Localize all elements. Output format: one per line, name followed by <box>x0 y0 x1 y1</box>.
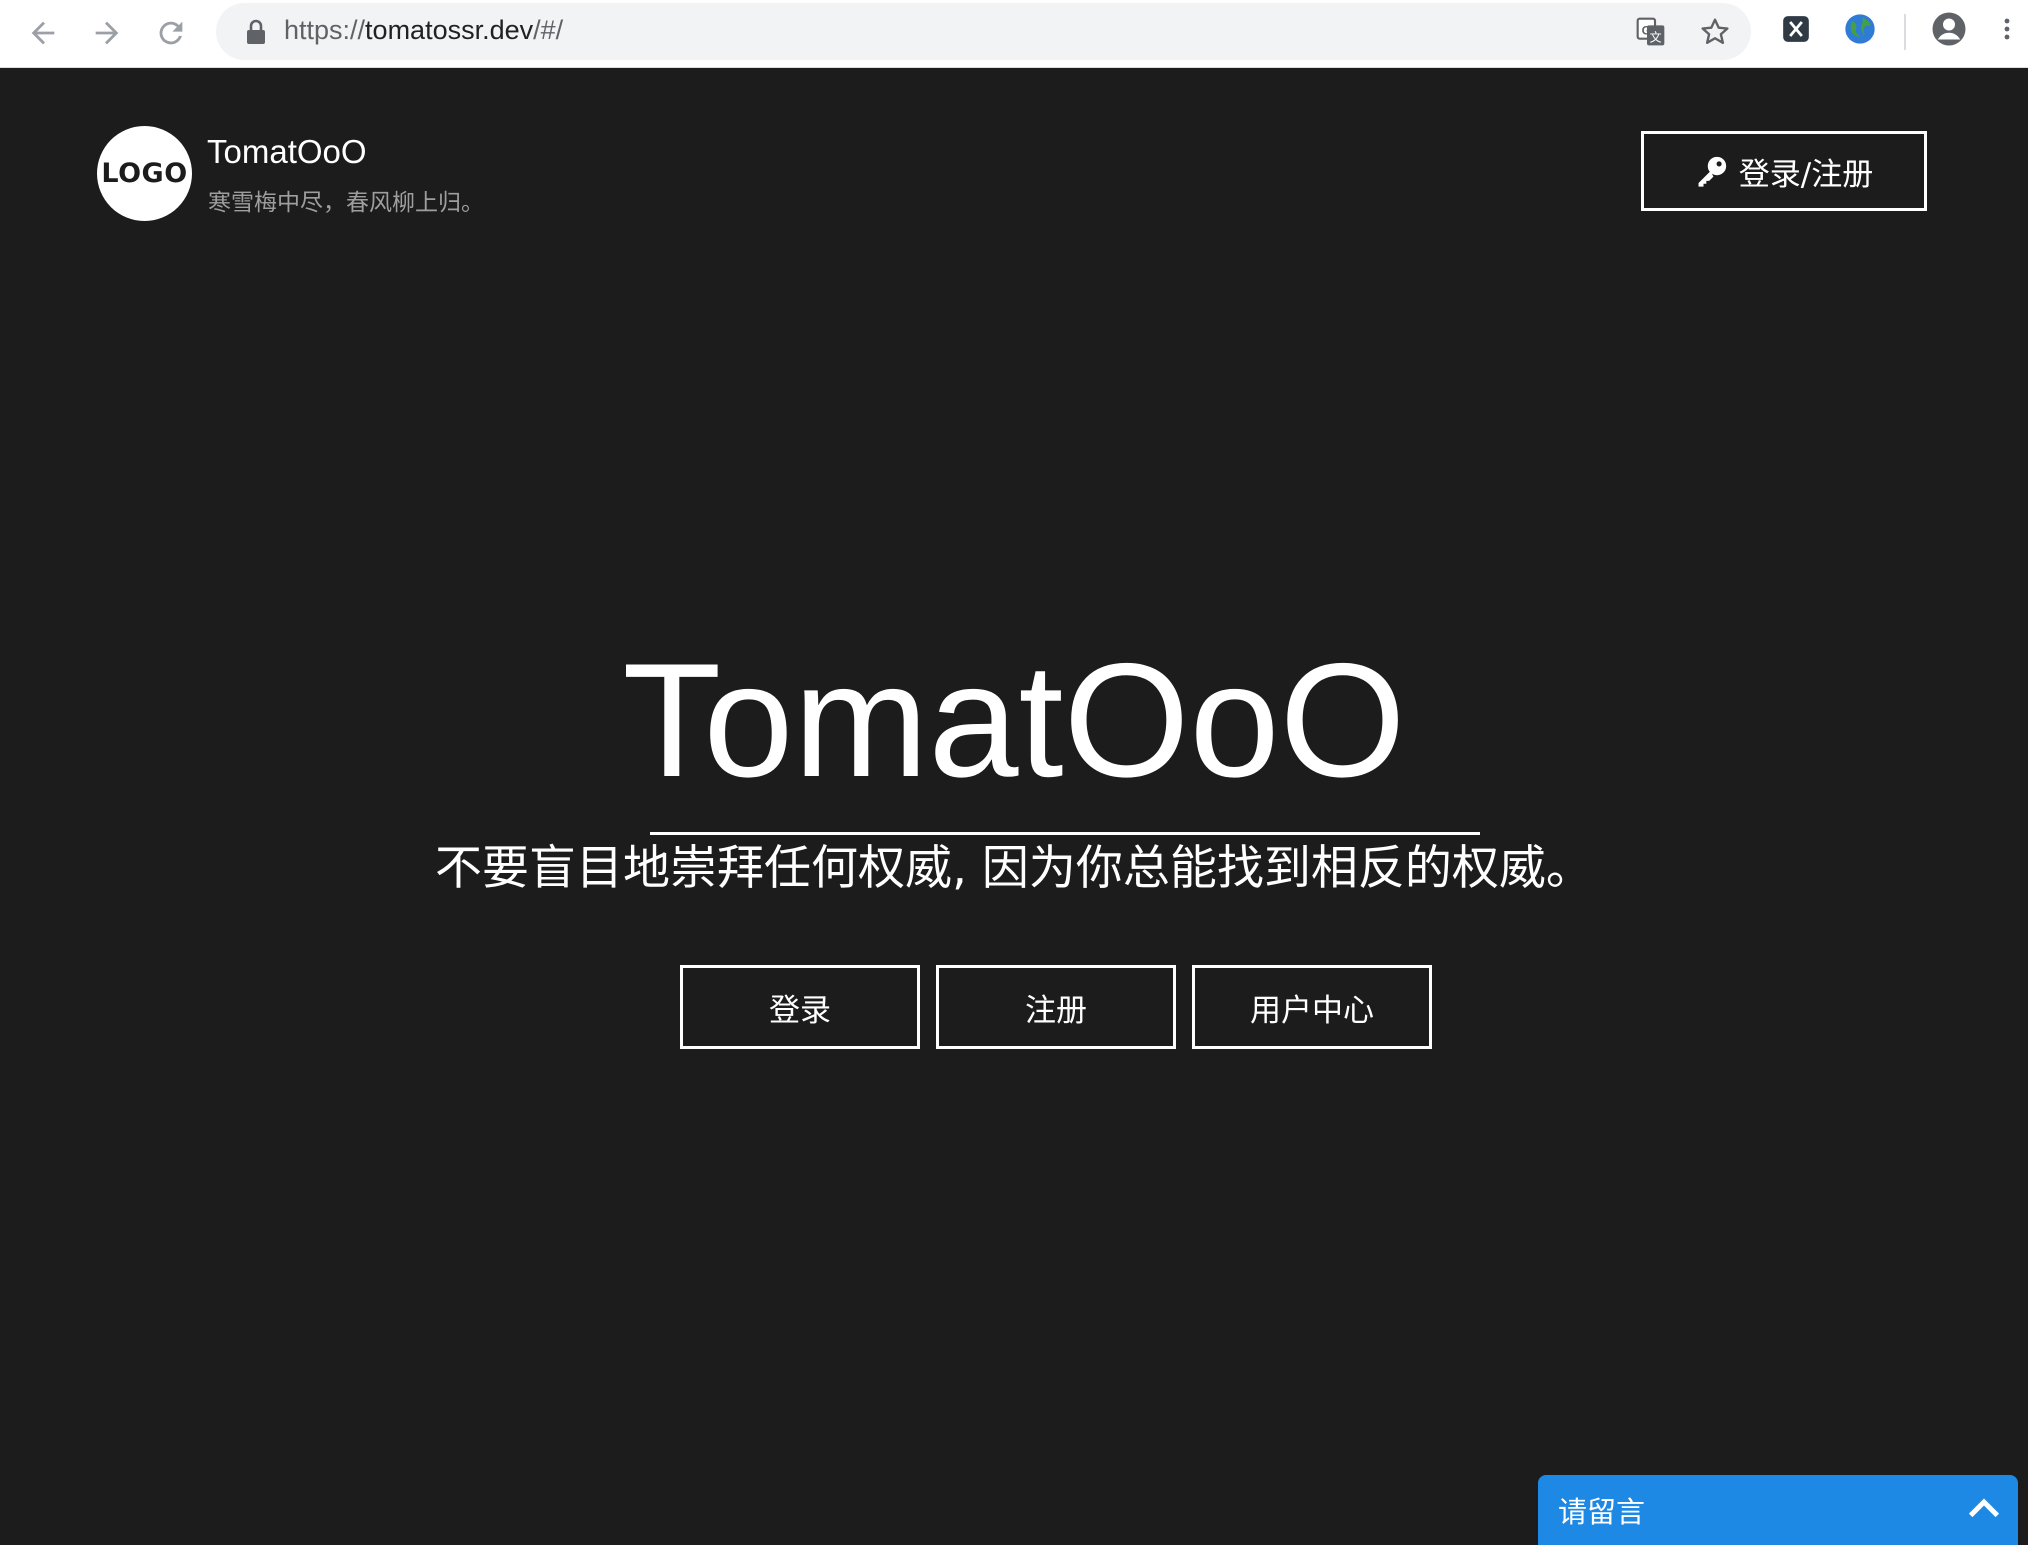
translate-icon: G 文 <box>1636 17 1665 46</box>
toolbar-separator <box>1904 14 1906 50</box>
x-extension-icon <box>1783 16 1809 42</box>
account-circle-icon <box>1932 12 1966 46</box>
site-tagline: 寒雪梅中尽，春风柳上归。 <box>208 190 484 216</box>
bookmark-button[interactable] <box>1695 12 1735 52</box>
reload-icon <box>159 21 183 45</box>
hero-quote: 不要盲目地崇拜任何权威, 因为你总能找到相反的权威。 <box>435 841 1593 896</box>
chevron-up-icon[interactable] <box>1964 1487 2004 1527</box>
lock-icon <box>247 19 265 44</box>
hero-title: TomatOoO <box>622 630 1406 811</box>
leave-message-label: 请留言 <box>1558 1495 1646 1529</box>
reload-button[interactable] <box>146 8 196 58</box>
hero-divider <box>650 832 1480 835</box>
login-button[interactable]: 登录 <box>680 965 920 1049</box>
svg-text:文: 文 <box>1650 29 1662 44</box>
leave-message-widget[interactable]: 请留言 <box>1538 1475 2018 1545</box>
translate-button[interactable]: G 文 <box>1631 12 1671 52</box>
login-register-label: 登录/注册 <box>1738 156 1874 193</box>
site-name[interactable]: TomatOoO <box>207 133 367 171</box>
address-bar[interactable]: https://tomatossr.dev/#/ G 文 <box>216 3 1751 60</box>
arrow-right-icon <box>95 21 119 45</box>
profile-button[interactable] <box>1929 9 1969 49</box>
key-icon <box>1698 156 1726 187</box>
extension-x-button[interactable] <box>1776 9 1816 49</box>
login-register-button[interactable]: 登录/注册 <box>1641 131 1927 211</box>
site-logo[interactable]: LOGO <box>97 126 192 221</box>
more-vertical-icon <box>2004 18 2010 40</box>
extension-globe-button[interactable] <box>1840 9 1880 49</box>
logo-text: LOGO <box>101 158 188 189</box>
arrow-left-icon <box>31 21 55 45</box>
user-center-button[interactable]: 用户中心 <box>1192 965 1432 1049</box>
globe-icon <box>1845 14 1875 44</box>
url-text: https://tomatossr.dev/#/ <box>284 15 564 45</box>
register-button[interactable]: 注册 <box>936 965 1176 1049</box>
star-icon <box>1701 18 1729 44</box>
menu-button[interactable] <box>1992 9 2022 49</box>
forward-button[interactable] <box>82 8 132 58</box>
browser-toolbar: https://tomatossr.dev/#/ G 文 <box>0 0 2028 68</box>
back-button[interactable] <box>18 8 68 58</box>
